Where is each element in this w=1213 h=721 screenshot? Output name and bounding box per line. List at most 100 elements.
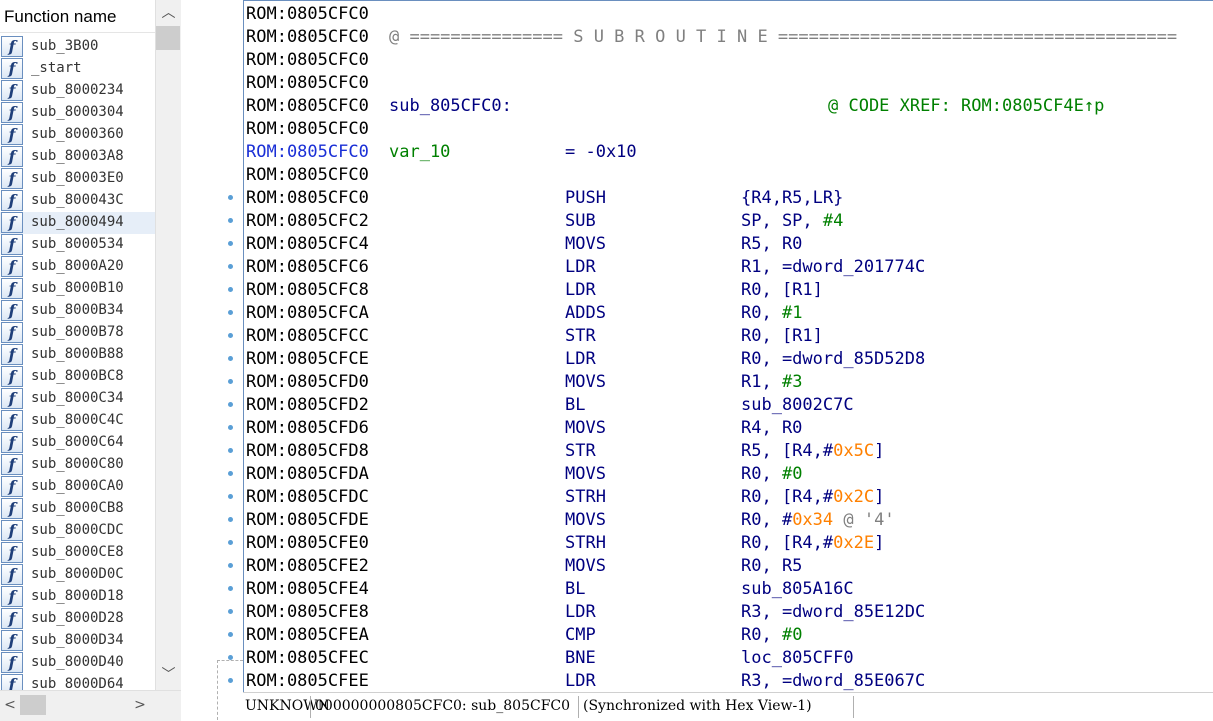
disassembly-line[interactable]: ROM:0805CFEE LDR R3, =dword_85E067C: [246, 670, 1211, 692]
disassembly-gutter[interactable]: [181, 0, 243, 720]
disassembly-line[interactable]: ROM:0805CFC0: [246, 3, 1211, 26]
breakpoint-marker-icon[interactable]: [228, 517, 233, 522]
disassembly-line[interactable]: ROM:0805CFCE LDR R0, =dword_85D52D8: [246, 348, 1211, 371]
function-list-item[interactable]: f sub_8000D40: [0, 652, 155, 674]
disassembly-view[interactable]: ROM:0805CFC0 ROM:0805CFC0 @ ==============…: [243, 0, 1213, 692]
scroll-up-arrow-icon[interactable]: ︿: [156, 0, 181, 26]
instruction-mnemonic: LDR: [565, 349, 596, 369]
function-list-item[interactable]: f sub_8000CB8: [0, 498, 155, 520]
function-list-item[interactable]: f sub_8000234: [0, 80, 155, 102]
disassembly-line[interactable]: ROM:0805CFD0 MOVS R1, #3: [246, 371, 1211, 394]
function-list-item[interactable]: f sub_8000D28: [0, 608, 155, 630]
disassembly-line[interactable]: ROM:0805CFE4 BL sub_805A16C: [246, 578, 1211, 601]
function-list-item[interactable]: f sub_8000BC8: [0, 366, 155, 388]
breakpoint-marker-icon[interactable]: [228, 379, 233, 384]
function-list-item[interactable]: f sub_8000C34: [0, 388, 155, 410]
disassembly-line[interactable]: ROM:0805CFDC STRH R0, [R4,#0x2C]: [246, 486, 1211, 509]
function-list-header[interactable]: Function name: [0, 0, 155, 33]
disassembly-line[interactable]: ROM:0805CFC0 sub_805CFC0: @ CODE XREF: ROM…: [246, 95, 1211, 118]
breakpoint-marker-icon[interactable]: [228, 264, 233, 269]
breakpoint-marker-icon[interactable]: [228, 494, 233, 499]
breakpoint-marker-icon[interactable]: [228, 678, 233, 683]
function-list-item[interactable]: f sub_8000CDC: [0, 520, 155, 542]
line-address: ROM:0805CFCE: [246, 349, 369, 369]
function-name-label: sub_8000CDC: [31, 522, 124, 538]
function-list-item[interactable]: f sub_8000494: [0, 212, 155, 234]
function-list-item[interactable]: f sub_8000D34: [0, 630, 155, 652]
disassembly-line[interactable]: ROM:0805CFCA ADDS R0, #1: [246, 302, 1211, 325]
breakpoint-marker-icon[interactable]: [228, 287, 233, 292]
breakpoint-marker-icon[interactable]: [228, 563, 233, 568]
disassembly-line[interactable]: ROM:0805CFC8 LDR R0, [R1]: [246, 279, 1211, 302]
function-list-item[interactable]: f sub_8000534: [0, 234, 155, 256]
breakpoint-marker-icon[interactable]: [228, 218, 233, 223]
breakpoint-marker-icon[interactable]: [228, 471, 233, 476]
breakpoint-marker-icon[interactable]: [228, 241, 233, 246]
disassembly-line[interactable]: ROM:0805CFC0 PUSH {R4,R5,LR}: [246, 187, 1211, 210]
function-list-horizontal-scrollbar[interactable]: < >: [0, 690, 181, 721]
line-address: ROM:0805CFC0: [246, 188, 369, 208]
disassembly-line[interactable]: ROM:0805CFDE MOVS R0, #0x34 @ '4': [246, 509, 1211, 532]
instruction-operands: R0, =dword_85D52D8: [741, 348, 925, 371]
disassembly-line[interactable]: ROM:0805CFE0 STRH R0, [R4,#0x2E]: [246, 532, 1211, 555]
disassembly-line[interactable]: ROM:0805CFC0: [246, 118, 1211, 141]
function-list-item[interactable]: f sub_8000CE8: [0, 542, 155, 564]
breakpoint-marker-icon[interactable]: [228, 195, 233, 200]
scroll-left-arrow-icon[interactable]: <: [0, 691, 20, 721]
function-list-item[interactable]: f sub_8000B34: [0, 300, 155, 322]
breakpoint-marker-icon[interactable]: [228, 425, 233, 430]
breakpoint-marker-icon[interactable]: [228, 609, 233, 614]
breakpoint-marker-icon[interactable]: [228, 333, 233, 338]
function-list-item[interactable]: f sub_8000B88: [0, 344, 155, 366]
breakpoint-marker-icon[interactable]: [228, 402, 233, 407]
function-list-item[interactable]: f sub_8000D0C: [0, 564, 155, 586]
operand-token: 0x2C: [833, 487, 875, 507]
function-list-item[interactable]: f sub_3B00: [0, 36, 155, 58]
function-name-label: sub_80003E0: [31, 170, 124, 186]
disassembly-line[interactable]: ROM:0805CFC0: [246, 72, 1211, 95]
disassembly-line[interactable]: ROM:0805CFC0 @ =============== S U B R O …: [246, 26, 1211, 49]
function-list[interactable]: f sub_3B00 f _start f sub_8000234 f sub_8000304…: [0, 36, 155, 690]
function-list-item[interactable]: f sub_8000A20: [0, 256, 155, 278]
function-list-item[interactable]: f sub_8000D18: [0, 586, 155, 608]
function-list-item[interactable]: f sub_8000304: [0, 102, 155, 124]
scroll-right-arrow-icon[interactable]: >: [130, 691, 150, 721]
function-list-item[interactable]: f sub_80003E0: [0, 168, 155, 190]
disassembly-line[interactable]: ROM:0805CFEA CMP R0, #0: [246, 624, 1211, 647]
horizontal-scroll-thumb[interactable]: [20, 695, 46, 715]
function-list-vertical-scrollbar[interactable]: ︿ ﹀: [155, 0, 181, 690]
function-list-item[interactable]: f sub_8000C4C: [0, 410, 155, 432]
breakpoint-marker-icon[interactable]: [228, 586, 233, 591]
disassembly-line[interactable]: ROM:0805CFC0: [246, 49, 1211, 72]
disassembly-line[interactable]: ROM:0805CFD2 BL sub_8002C7C: [246, 394, 1211, 417]
function-list-item[interactable]: f sub_8000B10: [0, 278, 155, 300]
disassembly-line[interactable]: ROM:0805CFEC BNE loc_805CFF0: [246, 647, 1211, 670]
function-list-item[interactable]: f sub_8000CA0: [0, 476, 155, 498]
disassembly-line[interactable]: ROM:0805CFCC STR R0, [R1]: [246, 325, 1211, 348]
disassembly-line[interactable]: ROM:0805CFC4 MOVS R5, R0: [246, 233, 1211, 256]
function-list-item[interactable]: f sub_8000D64: [0, 674, 155, 690]
breakpoint-marker-icon[interactable]: [228, 632, 233, 637]
breakpoint-marker-icon[interactable]: [228, 540, 233, 545]
disassembly-line[interactable]: ROM:0805CFDA MOVS R0, #0: [246, 463, 1211, 486]
function-list-item[interactable]: f sub_80003A8: [0, 146, 155, 168]
breakpoint-marker-icon[interactable]: [228, 310, 233, 315]
vertical-scroll-thumb[interactable]: [156, 26, 180, 50]
function-list-item[interactable]: f sub_8000C64: [0, 432, 155, 454]
function-list-item[interactable]: f sub_8000B78: [0, 322, 155, 344]
disassembly-line[interactable]: ROM:0805CFC0: [246, 164, 1211, 187]
scroll-down-arrow-icon[interactable]: ﹀: [156, 662, 181, 688]
function-list-item[interactable]: f sub_8000C80: [0, 454, 155, 476]
disassembly-line[interactable]: ROM:0805CFE2 MOVS R0, R5: [246, 555, 1211, 578]
disassembly-line[interactable]: ROM:0805CFE8 LDR R3, =dword_85E12DC: [246, 601, 1211, 624]
disassembly-line[interactable]: ROM:0805CFC2 SUB SP, SP, #4: [246, 210, 1211, 233]
disassembly-line[interactable]: ROM:0805CFD8 STR R5, [R4,#0x5C]: [246, 440, 1211, 463]
disassembly-line[interactable]: ROM:0805CFD6 MOVS R4, R0: [246, 417, 1211, 440]
disassembly-line[interactable]: ROM:0805CFC0 var_10 = -0x10: [246, 141, 1211, 164]
function-list-item[interactable]: f sub_800043C: [0, 190, 155, 212]
breakpoint-marker-icon[interactable]: [228, 448, 233, 453]
breakpoint-marker-icon[interactable]: [228, 356, 233, 361]
disassembly-line[interactable]: ROM:0805CFC6 LDR R1, =dword_201774C: [246, 256, 1211, 279]
function-list-item[interactable]: f _start: [0, 58, 155, 80]
function-list-item[interactable]: f sub_8000360: [0, 124, 155, 146]
